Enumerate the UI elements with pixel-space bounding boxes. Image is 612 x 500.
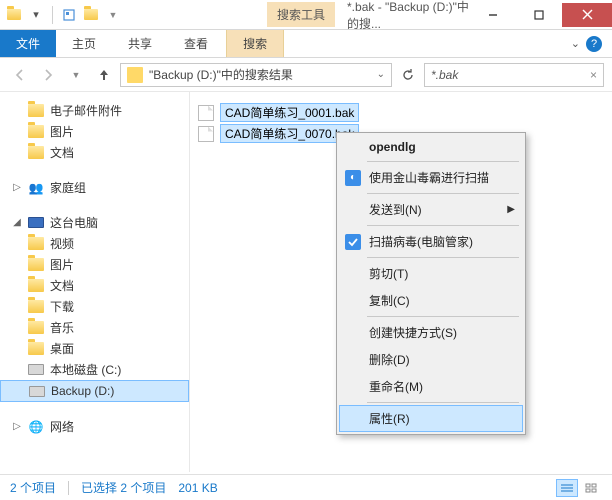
drive-icon — [29, 383, 45, 399]
sidebar-homegroup[interactable]: ▷👥家庭组 — [0, 177, 189, 198]
file-item[interactable]: CAD简单练习_0001.bak — [198, 102, 604, 123]
ribbon-tabs: 文件 主页 共享 查看 搜索 ⌄ ? — [0, 30, 612, 58]
submenu-arrow-icon: ▶ — [507, 204, 515, 215]
sidebar-item[interactable]: 图片 — [0, 254, 189, 275]
ctx-copy[interactable]: 复制(C) — [339, 287, 523, 314]
quick-access-toolbar: ▾ ▼ — [0, 6, 127, 24]
tab-home[interactable]: 主页 — [56, 30, 112, 57]
ribbon-expand-icon[interactable]: ⌄ — [571, 37, 580, 50]
titlebar: ▾ ▼ 搜索工具 *.bak - "Backup (D:)"中的搜... — [0, 0, 612, 30]
sidebar-item[interactable]: 下载 — [0, 296, 189, 317]
search-input[interactable] — [431, 68, 590, 82]
ctx-delete[interactable]: 删除(D) — [339, 346, 523, 373]
sidebar-item-drive-d[interactable]: Backup (D:) — [0, 380, 189, 402]
status-bar: 2 个项目 已选择 2 个项目 201 KB — [0, 474, 612, 500]
kingsoft-icon: ◐ — [345, 170, 361, 186]
sidebar-item[interactable]: 文档 — [0, 275, 189, 296]
pc-icon — [28, 215, 44, 231]
view-details-button[interactable] — [556, 479, 578, 497]
status-size: 201 KB — [178, 481, 217, 495]
navbar: ▼ ⌄ × — [0, 58, 612, 92]
file-icon — [198, 126, 214, 142]
ctx-rename[interactable]: 重命名(M) — [339, 373, 523, 400]
up-button[interactable] — [92, 63, 116, 87]
qat-dropdown-icon[interactable]: ▾ — [28, 7, 44, 23]
status-item-count: 2 个项目 — [10, 479, 56, 496]
contextual-tool-label: 搜索工具 — [267, 2, 335, 27]
ctx-scan-kingsoft[interactable]: ◐使用金山毒霸进行扫描 — [339, 164, 523, 191]
sidebar-fav-item: 文档 — [0, 142, 189, 163]
context-menu: opendlg ◐使用金山毒霸进行扫描 发送到(N)▶ 扫描病毒(电脑管家) 剪… — [336, 132, 526, 435]
sidebar-item[interactable]: 音乐 — [0, 317, 189, 338]
tab-search[interactable]: 搜索 — [226, 30, 284, 57]
maximize-button[interactable] — [516, 3, 562, 27]
sidebar-fav-item: 图片 — [0, 121, 189, 142]
recent-dropdown-icon[interactable]: ▼ — [64, 63, 88, 87]
sidebar-item[interactable]: 视频 — [0, 233, 189, 254]
address-input[interactable] — [149, 68, 371, 82]
ctx-cut[interactable]: 剪切(T) — [339, 260, 523, 287]
tab-share[interactable]: 共享 — [112, 30, 168, 57]
search-location-icon — [127, 67, 143, 83]
clear-search-icon[interactable]: × — [590, 68, 597, 82]
tab-view[interactable]: 查看 — [168, 30, 224, 57]
sidebar-thispc[interactable]: ◢这台电脑 — [0, 212, 189, 233]
ctx-properties[interactable]: 属性(R) — [339, 405, 523, 432]
tab-file[interactable]: 文件 — [0, 30, 56, 57]
drive-icon — [28, 362, 44, 378]
sidebar-item-drive-c[interactable]: 本地磁盘 (C:) — [0, 359, 189, 380]
address-dropdown-icon[interactable]: ⌄ — [377, 69, 385, 80]
ctx-open[interactable]: opendlg — [339, 135, 523, 159]
file-icon — [198, 105, 214, 121]
ctx-sendto[interactable]: 发送到(N)▶ — [339, 196, 523, 223]
app-icon[interactable] — [6, 7, 22, 23]
network-icon: 🌐 — [28, 419, 44, 435]
help-icon[interactable]: ? — [586, 36, 602, 52]
qat-more-icon[interactable]: ▼ — [105, 7, 121, 23]
properties-icon[interactable] — [61, 7, 77, 23]
search-box[interactable]: × — [424, 63, 604, 87]
ctx-shortcut[interactable]: 创建快捷方式(S) — [339, 319, 523, 346]
sidebar-fav-item: 电子邮件附件 — [0, 100, 189, 121]
nav-pane: 电子邮件附件 图片 文档 ▷👥家庭组 ◢这台电脑 视频 图片 文档 下载 音乐 … — [0, 92, 190, 472]
view-icons-button[interactable] — [580, 479, 602, 497]
minimize-button[interactable] — [470, 3, 516, 27]
refresh-button[interactable] — [396, 63, 420, 87]
sidebar-item[interactable]: 桌面 — [0, 338, 189, 359]
status-selected-count: 已选择 2 个项目 — [81, 479, 166, 496]
new-folder-icon[interactable] — [83, 7, 99, 23]
sidebar-network[interactable]: ▷🌐网络 — [0, 416, 189, 437]
ctx-scan-guanjia[interactable]: 扫描病毒(电脑管家) — [339, 228, 523, 255]
close-button[interactable] — [562, 3, 612, 27]
window-title: *.bak - "Backup (D:)"中的搜... — [347, 0, 470, 32]
homegroup-icon: 👥 — [28, 180, 44, 196]
back-button[interactable] — [8, 63, 32, 87]
guanjia-icon — [345, 234, 361, 250]
address-bar[interactable]: ⌄ — [120, 63, 392, 87]
forward-button[interactable] — [36, 63, 60, 87]
